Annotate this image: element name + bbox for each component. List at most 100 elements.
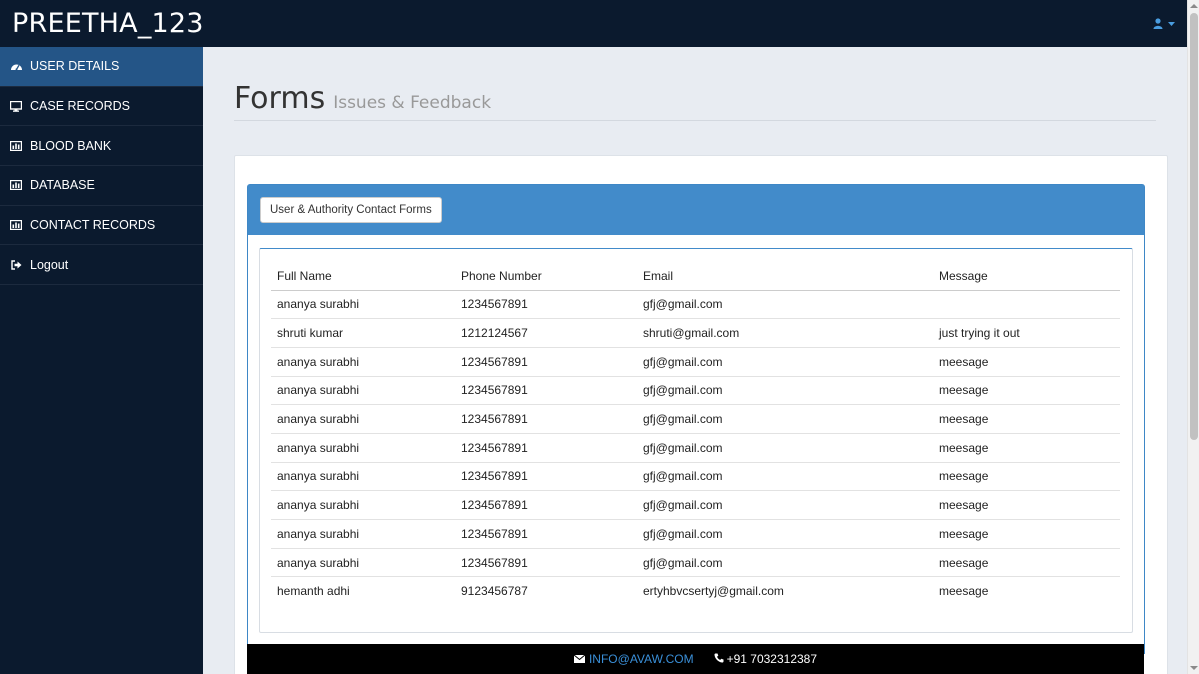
cell-email: shruti@gmail.com	[637, 318, 933, 348]
cell-full-name: ananya surabhi	[271, 347, 455, 377]
cell-email: gfj@gmail.com	[637, 376, 933, 406]
cell-email: gfj@gmail.com	[637, 490, 933, 520]
envelope-icon	[573, 652, 586, 666]
sidebar-item-label: USER DETAILS	[30, 59, 120, 74]
cell-email: gfj@gmail.com	[637, 290, 933, 320]
cell-phone-number: 9123456787	[461, 584, 528, 599]
column-header-email: Email	[637, 263, 933, 291]
table-row: ananya surabhi 1234567891 gfj@gmail.com mee…	[271, 462, 1120, 492]
column-header-phone-number: Phone Number	[455, 263, 637, 291]
scroll-up-arrow-icon[interactable]	[1190, 4, 1198, 8]
footer-email-text: INFO@AVAW.COM	[588, 652, 694, 666]
table-row: ananya surabhi 1234567891 gfj@gmail.com mee…	[271, 433, 1120, 463]
table-header-row: Full Name Phone Number Email Message	[271, 263, 1120, 291]
cell-full-name: ananya surabhi	[271, 376, 455, 406]
sidebar-item-contact-records[interactable]: CONTACT RECORDS	[0, 206, 203, 246]
sidebar-item-label: CONTACT RECORDS	[30, 218, 156, 233]
cell-email: gfj@gmail.com	[637, 462, 933, 492]
cell-message: meesage	[933, 490, 1120, 520]
table-row: ananya surabhi 1234567891 gfj@gmail.com mee…	[271, 376, 1120, 406]
cell-email: gfj@gmail.com	[637, 404, 933, 434]
cell-phone-number: 1234567891	[455, 433, 637, 463]
footer-email-link[interactable]: INFO@AVAW.COM	[573, 652, 694, 666]
cell-message: meesage	[933, 376, 1120, 406]
cell-phone-number: 1234567891	[455, 519, 637, 549]
sidebar-item-label: DATABASE	[30, 178, 95, 193]
footer: INFO@AVAW.COM +91 7032312387	[247, 644, 1144, 674]
contact-forms-table: Full Name Phone Number Email Message ana…	[271, 263, 1120, 606]
cell-phone-number: 1234567891	[455, 290, 637, 320]
table-row: ananya surabhi 1234567891 gfj@gmail.com mee…	[271, 347, 1120, 377]
brand-title: PREETHA_123	[12, 8, 204, 39]
main-content: Forms Issues & Feedback User & Authority…	[203, 47, 1187, 674]
cell-full-name: ananya surabhi	[271, 490, 455, 520]
user-icon	[1153, 18, 1163, 29]
table-row: ananya surabhi 1234567891 gfj@gmail.com mee…	[271, 548, 1120, 578]
cell-full-name: ananya surabhi	[271, 462, 455, 492]
table-row: ananya surabhi 1234567891 gfj@gmail.com mee…	[271, 490, 1120, 520]
cell-email: gfj@gmail.com	[637, 519, 933, 549]
cell-phone-number: 1234567891	[455, 548, 637, 578]
page-scrollbar[interactable]	[1187, 0, 1199, 674]
cell-phone-number: 1234567891	[455, 490, 637, 520]
bar-chart-icon	[0, 180, 30, 191]
cell-full-name: ananya surabhi	[271, 548, 455, 578]
table-container: Full Name Phone Number Email Message ana…	[259, 248, 1133, 633]
sidebar-item-user-details[interactable]: USER DETAILS	[0, 47, 203, 87]
table-row: ananya surabhi 1234567891 gfj@gmail.com	[271, 290, 1120, 320]
desktop-icon	[0, 100, 30, 112]
cell-phone-number: 1212124567	[455, 318, 637, 348]
cell-phone-number: 1234567891	[455, 462, 637, 492]
contact-forms-button[interactable]: User & Authority Contact Forms	[260, 197, 442, 223]
cell-full-name: ananya surabhi	[271, 433, 455, 463]
user-menu-dropdown[interactable]	[1153, 18, 1187, 29]
content-card: User & Authority Contact Forms Full Name…	[234, 155, 1168, 674]
cell-message: meesage	[933, 462, 1120, 492]
sidebar-item-database[interactable]: DATABASE	[0, 166, 203, 206]
sidebar-item-case-records[interactable]: CASE RECORDS	[0, 87, 203, 127]
cell-message: meesage	[933, 519, 1120, 549]
scroll-down-arrow-icon[interactable]	[1190, 666, 1198, 670]
top-navbar: PREETHA_123	[0, 0, 1187, 47]
forms-panel: User & Authority Contact Forms Full Name…	[247, 184, 1145, 654]
page-title: Forms	[234, 81, 326, 116]
panel-header: User & Authority Contact Forms	[248, 185, 1144, 235]
page-header: Forms Issues & Feedback	[234, 81, 1156, 121]
cell-full-name: ananya surabhi	[271, 404, 455, 434]
cell-email: gfj@gmail.com	[637, 433, 933, 463]
cell-message: meesage	[933, 433, 1120, 463]
sidebar-item-blood-bank[interactable]: BLOOD BANK	[0, 126, 203, 167]
bar-chart-icon	[0, 140, 30, 151]
caret-down-icon	[1168, 21, 1175, 26]
phone-icon	[714, 652, 724, 666]
cell-message: meesage	[939, 584, 989, 599]
cell-message: meesage	[933, 404, 1120, 434]
sign-out-icon	[0, 260, 30, 270]
cell-full-name: ananya surabhi	[271, 290, 455, 320]
scrollbar-thumb[interactable]	[1190, 13, 1198, 440]
cell-phone-number: 1234567891	[455, 347, 637, 377]
cell-message	[933, 290, 1120, 320]
table-row: hemanth adhi 9123456787 ertyhbvcsertyj@gma…	[271, 577, 1120, 606]
sidebar-item-label: CASE RECORDS	[30, 99, 131, 114]
column-header-full-name: Full Name	[271, 263, 455, 291]
cell-message: meesage	[933, 347, 1120, 377]
table-row: ananya surabhi 1234567891 gfj@gmail.com mee…	[271, 404, 1120, 434]
dashboard-icon	[0, 61, 30, 71]
sidebar-item-logout[interactable]: Logout	[0, 245, 203, 286]
cell-email: ertyhbvcsertyj@gmail.com	[643, 584, 784, 599]
cell-full-name: hemanth adhi	[277, 584, 350, 599]
cell-email: gfj@gmail.com	[637, 347, 933, 377]
table-row: shruti kumar 1212124567 shruti@gmail.com ju…	[271, 318, 1120, 348]
cell-full-name: ananya surabhi	[271, 519, 455, 549]
column-header-message: Message	[933, 263, 1120, 291]
footer-phone-text: +91 7032312387	[726, 652, 818, 666]
sidebar-item-label: BLOOD BANK	[30, 138, 112, 153]
cell-full-name: shruti kumar	[271, 318, 455, 348]
footer-phone: +91 7032312387	[714, 652, 817, 666]
cell-message: meesage	[933, 548, 1120, 578]
cell-phone-number: 1234567891	[455, 376, 637, 406]
table-row: ananya surabhi 1234567891 gfj@gmail.com mee…	[271, 519, 1120, 549]
cell-message: just trying it out	[933, 318, 1120, 348]
cell-phone-number: 1234567891	[455, 404, 637, 434]
